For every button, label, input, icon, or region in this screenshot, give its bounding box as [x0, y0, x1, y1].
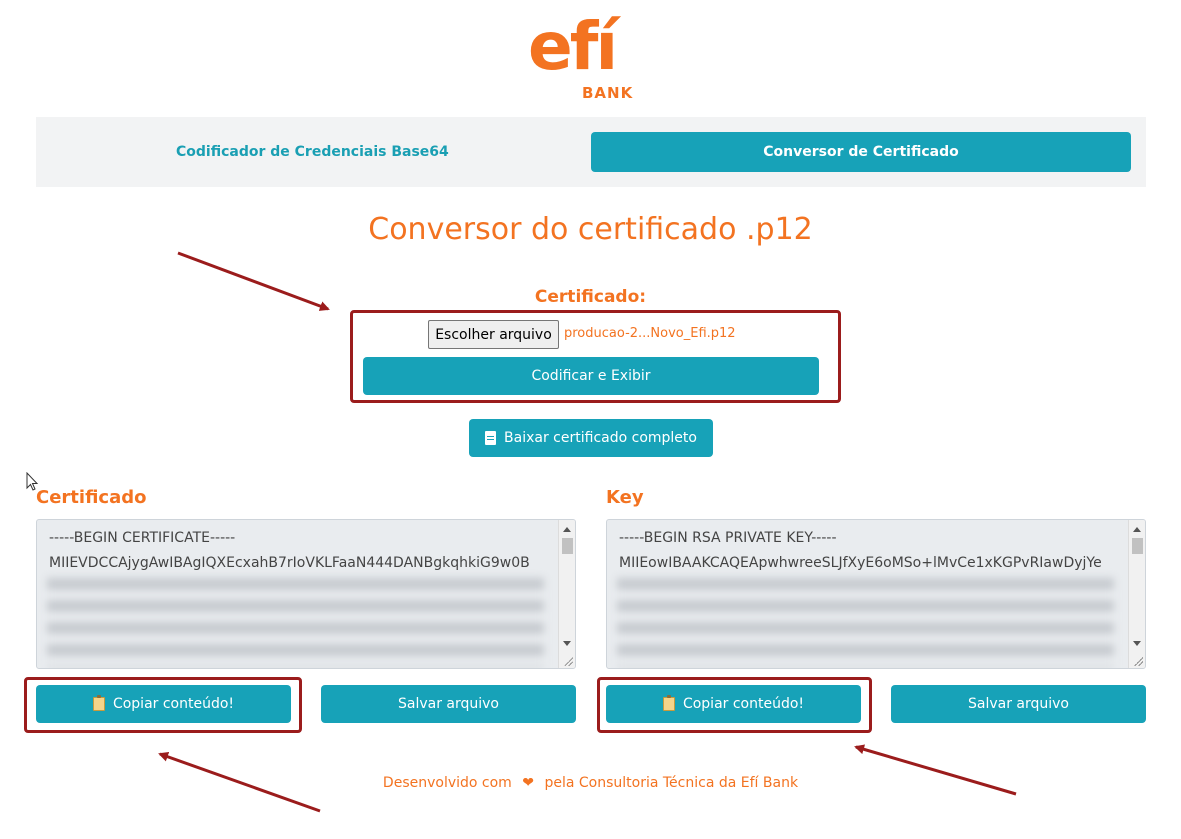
certificate-line-2: MIIEVDCCAjygAwIBAgIQXEcxahB7rIoVKLFaaN44…: [49, 555, 530, 571]
scroll-thumb[interactable]: [562, 538, 573, 554]
scroll-down-icon[interactable]: [563, 641, 571, 646]
footer-suffix: pela Consultoria Técnica da Efí Bank: [544, 775, 799, 791]
tab-certificate-converter[interactable]: Conversor de Certificado: [591, 132, 1131, 172]
blurred-certificate-content: [47, 578, 544, 668]
scroll-up-icon[interactable]: [1133, 527, 1141, 532]
key-section-title: Key: [606, 487, 644, 508]
clipboard-icon: [92, 695, 105, 711]
certificate-scrollbar[interactable]: [558, 520, 575, 668]
copy-certificate-label: Copiar conteúdo!: [112, 696, 235, 712]
save-certificate-button[interactable]: Salvar arquivo: [321, 685, 576, 723]
resize-grip-icon[interactable]: [563, 656, 573, 666]
download-button-label: Baixar certificado completo: [504, 430, 697, 446]
certificate-upload-label: Certificado:: [534, 287, 647, 307]
key-scrollbar[interactable]: [1128, 520, 1145, 668]
certificate-section-title: Certificado: [36, 487, 147, 508]
document-icon: [485, 431, 497, 445]
key-line-1: -----BEGIN RSA PRIVATE KEY-----: [619, 530, 837, 546]
resize-grip-icon[interactable]: [1133, 656, 1143, 666]
selected-file-name: producao-2...Novo_Efi.p12: [564, 326, 736, 341]
tab-base64-encoder[interactable]: Codificador de Credenciais Base64: [176, 144, 449, 160]
scroll-thumb[interactable]: [1132, 538, 1143, 554]
save-certificate-label: Salvar arquivo: [397, 696, 499, 712]
save-key-button[interactable]: Salvar arquivo: [891, 685, 1146, 723]
encode-display-button[interactable]: Codificar e Exibir: [363, 357, 819, 395]
certificate-line-1: -----BEGIN CERTIFICATE-----: [49, 530, 236, 546]
blurred-key-content: [617, 578, 1114, 668]
footer-prefix: Desenvolvido com: [382, 775, 512, 791]
choose-file-button[interactable]: Escolher arquivo: [428, 320, 559, 349]
save-key-label: Salvar arquivo: [967, 696, 1069, 712]
scroll-up-icon[interactable]: [563, 527, 571, 532]
copy-certificate-button[interactable]: Copiar conteúdo!: [36, 685, 291, 723]
page-title: Conversor do certificado .p12: [368, 212, 813, 247]
certificate-textarea[interactable]: -----BEGIN CERTIFICATE----- MIIEVDCCAjyg…: [36, 519, 576, 669]
scroll-down-icon[interactable]: [1133, 641, 1141, 646]
logo-sub: BANK: [582, 84, 634, 102]
key-line-2: MIIEowIBAAKCAQEApwhwreeSLJfXyE6oMSo+lMvC…: [619, 555, 1102, 571]
copy-key-label: Copiar conteúdo!: [682, 696, 805, 712]
key-textarea[interactable]: -----BEGIN RSA PRIVATE KEY----- MIIEowIB…: [606, 519, 1146, 669]
download-full-certificate-button[interactable]: Baixar certificado completo: [469, 419, 713, 457]
heart-icon: ❤: [522, 775, 535, 791]
tab-bar: Codificador de Credenciais Base64 Conver…: [36, 117, 1146, 187]
clipboard-icon: [662, 695, 675, 711]
efi-bank-logo: efí BANK: [520, 2, 660, 104]
logo-word: efí: [528, 8, 618, 85]
copy-key-button[interactable]: Copiar conteúdo!: [606, 685, 861, 723]
mouse-cursor-icon: [26, 472, 39, 491]
footer: Desenvolvido com ❤ pela Consultoria Técn…: [0, 775, 1181, 791]
